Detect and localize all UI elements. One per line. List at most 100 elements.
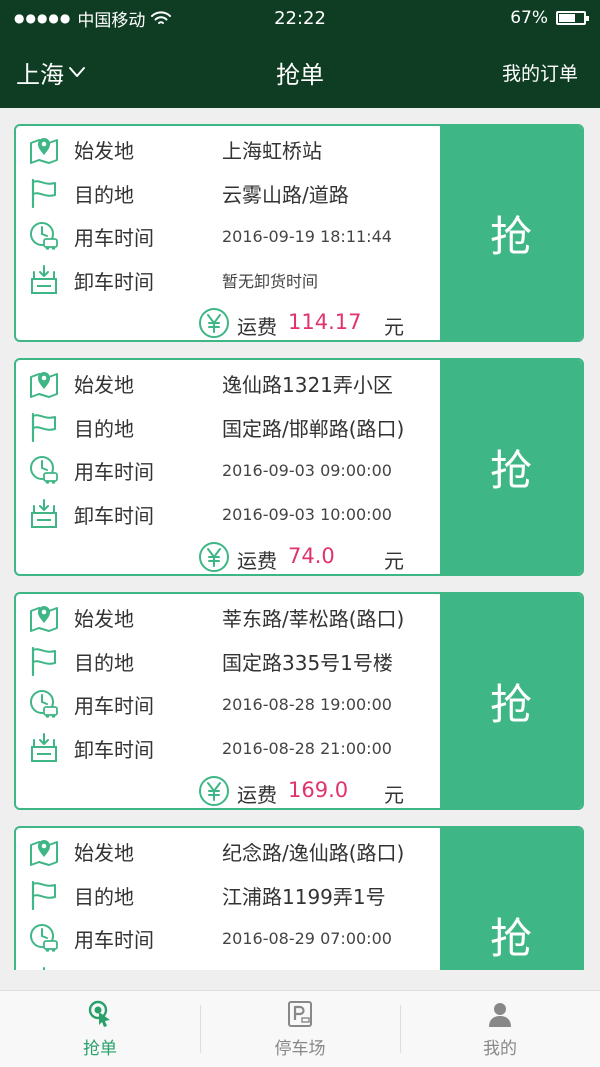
- map-pin-icon: [30, 371, 58, 398]
- origin-label: 始发地: [74, 606, 134, 631]
- profile-icon: [489, 1002, 511, 1027]
- destination-label: 目的地: [74, 650, 134, 675]
- city-selector[interactable]: 上海: [16, 55, 86, 90]
- unload-time-value: 暂无卸货时间: [222, 272, 319, 291]
- fee-unit: 元: [384, 549, 404, 573]
- clock-car-icon: [30, 222, 58, 251]
- destination-label: 目的地: [74, 416, 134, 441]
- fee-label: 运费: [237, 315, 277, 339]
- flag-icon: [31, 646, 57, 677]
- grab-order-icon: [88, 1000, 110, 1027]
- fee-amount: 114.17: [288, 310, 362, 334]
- tab-grab-order[interactable]: 抢单: [0, 991, 200, 1067]
- origin-row: 始发地 纪念路/逸仙路(路口): [16, 831, 444, 871]
- use-time-row: 用车时间 2016-09-03 09:00:00: [16, 450, 444, 490]
- clock-car-icon: [30, 456, 58, 485]
- use-time-row: 用车时间 2016-08-29 07:00:00: [16, 918, 444, 958]
- my-orders-link[interactable]: 我的订单: [502, 59, 578, 86]
- origin-row: 始发地 逸仙路1321弄小区: [16, 363, 444, 403]
- fee-unit: 元: [384, 315, 404, 339]
- origin-label: 始发地: [74, 138, 134, 163]
- fee-row: 运费 169.0 元: [16, 771, 444, 808]
- map-pin-icon: [30, 137, 58, 164]
- destination-label: 目的地: [74, 182, 134, 207]
- use-time-label: 用车时间: [74, 459, 154, 484]
- tab-profile[interactable]: 我的: [400, 991, 600, 1067]
- destination-value: 江浦路1199弄1号: [222, 884, 386, 909]
- unload-time-row: 卸车时间: [16, 962, 444, 970]
- origin-label: 始发地: [74, 840, 134, 865]
- origin-value: 逸仙路1321弄小区: [222, 372, 393, 397]
- fee-label: 运费: [237, 549, 277, 573]
- origin-row: 始发地 莘东路/莘松路(路口): [16, 597, 444, 637]
- fee-amount: 74.0: [288, 544, 335, 568]
- city-name: 上海: [16, 60, 64, 89]
- flag-icon: [31, 178, 57, 209]
- signal-strength-icon: ●●●●●: [14, 11, 72, 25]
- fee-unit: 元: [384, 783, 404, 807]
- use-time-value: 2016-08-29 07:00:00: [222, 928, 392, 948]
- fee-row: 运费 74.0 元: [16, 537, 444, 574]
- origin-row: 始发地 上海虹桥站: [16, 129, 444, 169]
- nav-bar: 上海 抢单 我的订单: [0, 36, 600, 108]
- map-pin-icon: [30, 839, 58, 866]
- carrier-name: 中国移动: [77, 10, 146, 31]
- yuan-icon: [199, 776, 229, 806]
- use-time-label: 用车时间: [74, 693, 154, 718]
- origin-value: 莘东路/莘松路(路口): [222, 606, 405, 631]
- flag-icon: [31, 880, 57, 911]
- tab-bar: 抢单 停车场 我的: [0, 990, 600, 1067]
- origin-value: 纪念路/逸仙路(路口): [222, 840, 405, 865]
- unload-time-value: 2016-08-28 21:00:00: [222, 738, 392, 758]
- destination-value: 云雾山路/道路: [222, 182, 349, 207]
- tab-label: 停车场: [274, 1038, 326, 1059]
- grab-button[interactable]: 抢: [440, 828, 582, 970]
- use-time-row: 用车时间 2016-09-19 18:11:44: [16, 216, 444, 256]
- destination-row: 目的地 国定路335号1号楼: [16, 641, 444, 681]
- fee-label: 运费: [237, 783, 277, 807]
- unload-time-label: 卸车时间: [74, 503, 154, 528]
- unload-time-label: 卸车时间: [74, 269, 154, 294]
- fee-amount: 169.0: [288, 778, 349, 802]
- order-card: 始发地 纪念路/逸仙路(路口) 目的地 江浦路1199弄1号 用车时间 2016…: [14, 826, 584, 970]
- origin-value: 上海虹桥站: [222, 138, 322, 163]
- destination-value: 国定路/邯郸路(路口): [222, 416, 405, 441]
- unload-icon: [31, 499, 57, 528]
- grab-button[interactable]: 抢: [440, 126, 582, 340]
- unload-icon: [31, 733, 57, 762]
- destination-row: 目的地 江浦路1199弄1号: [16, 875, 444, 915]
- grab-button[interactable]: 抢: [440, 360, 582, 574]
- status-bar: ●●●●● 中国移动 22:22 67%: [0, 0, 600, 36]
- battery-percent: 67%: [510, 8, 548, 28]
- yuan-icon: [199, 542, 229, 572]
- unload-time-row: 卸车时间 2016-09-03 10:00:00: [16, 494, 444, 534]
- use-time-value: 2016-09-19 18:11:44: [222, 226, 392, 246]
- fee-row: 运费 114.17 元: [16, 303, 444, 340]
- parking-icon: [288, 1000, 312, 1027]
- use-time-value: 2016-09-03 09:00:00: [222, 460, 392, 480]
- destination-row: 目的地 云雾山路/道路: [16, 173, 444, 213]
- battery-icon: [556, 11, 589, 25]
- unload-time-row: 卸车时间 2016-08-28 21:00:00: [16, 728, 444, 768]
- destination-value: 国定路335号1号楼: [222, 650, 393, 675]
- order-card: 始发地 莘东路/莘松路(路口) 目的地 国定路335号1号楼 用车时间 2016…: [14, 592, 584, 810]
- destination-row: 目的地 国定路/邯郸路(路口): [16, 407, 444, 447]
- origin-label: 始发地: [74, 372, 134, 397]
- tab-parking[interactable]: 停车场: [200, 991, 400, 1067]
- order-list[interactable]: 始发地 上海虹桥站 目的地 云雾山路/道路 用车时间 2016-09-19 18…: [0, 108, 600, 970]
- unload-icon: [31, 265, 57, 294]
- unload-time-row: 卸车时间 暂无卸货时间: [16, 260, 444, 300]
- map-pin-icon: [30, 605, 58, 632]
- unload-icon: [31, 967, 57, 970]
- yuan-icon: [199, 308, 229, 338]
- clock-car-icon: [30, 690, 58, 719]
- order-card: 始发地 上海虹桥站 目的地 云雾山路/道路 用车时间 2016-09-19 18…: [14, 124, 584, 342]
- tab-label: 我的: [483, 1038, 517, 1059]
- use-time-label: 用车时间: [74, 225, 154, 250]
- flag-icon: [31, 412, 57, 443]
- grab-button[interactable]: 抢: [440, 594, 582, 808]
- use-time-row: 用车时间 2016-08-28 19:00:00: [16, 684, 444, 724]
- unload-time-value: 2016-09-03 10:00:00: [222, 504, 392, 524]
- chevron-down-icon: [69, 67, 85, 77]
- destination-label: 目的地: [74, 884, 134, 909]
